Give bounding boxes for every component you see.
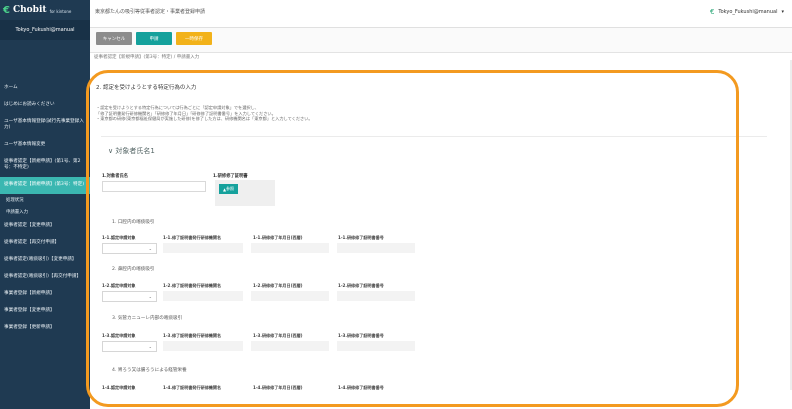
group-title: 3. 気管カニューレ内部の喀痰吸引 <box>112 316 183 321</box>
completion-date-field[interactable] <box>251 341 329 351</box>
institution-field[interactable] <box>163 243 243 253</box>
group-title: 4. 胃ろう又は腸ろうによる経管栄養 <box>112 368 187 373</box>
certificate-number-field[interactable] <box>337 291 415 301</box>
chevron-down-icon: ▾ <box>781 9 784 15</box>
sidebar-subitem-application[interactable]: 申請書入力 <box>0 206 90 218</box>
subject-name-label: 1.対象者氏名 <box>102 174 129 179</box>
sidebar-item-label: 従事者認定【新規申請】(第1号、第2号：不特定) <box>4 159 81 170</box>
top-header: 東京都たんの吸引等従事者認定・事業者登録申請 € Tokyo_Fukushi@m… <box>90 0 792 28</box>
action-toolbar: キャンセル 申請 一時保存 <box>90 28 792 53</box>
sidebar-item-suction-reissue[interactable]: 従事者認定(喀痰吸引)【再交付申請】 <box>0 269 90 286</box>
sidebar-item-label: ユーザ基本情報登録(試行先事業登録入力) <box>4 119 84 130</box>
sidebar-item-user-change[interactable]: ユーザ基本情報変更 <box>0 137 90 154</box>
header-cell: 1-1.修了証明書発行研修機関名 <box>163 235 222 240</box>
subject-name-input[interactable] <box>102 181 206 192</box>
sidebar: € Chobit for kintone Tokyo_Fukushi@manua… <box>0 0 90 409</box>
note-line: ・東京都の研修(東京都福祉保健局が実施した研修)を修了した方は、研修機関名は「東… <box>96 116 313 121</box>
sidebar-item-label: 事業者登録【新規申請】 <box>4 291 55 296</box>
certification-target-select[interactable]: ⌄ <box>102 291 157 302</box>
subject-card: ∨ 対象者氏名1 1.対象者氏名 1.研修修了証明書 ▲ 参照 1. 口腔内の喀痰… <box>101 136 767 409</box>
sidebar-item-worker-new-3[interactable]: 従事者認定【新規申請】(第3号：特定) <box>0 177 90 194</box>
breadcrumb: 従事者認定【新規申請】(第3号：特定) / 申請書入力 <box>94 55 200 60</box>
logo-subtitle: for kintone <box>49 9 72 14</box>
group-title: 2. 鼻腔内の喀痰吸引 <box>112 267 155 272</box>
institution-field[interactable] <box>163 341 243 351</box>
header-cell: 1-2.研修修了年月日(西暦) <box>253 283 303 288</box>
sidebar-item-business-change[interactable]: 事業者登録【変更申請】 <box>0 303 90 320</box>
logo-icon: € <box>3 4 10 16</box>
cancel-button[interactable]: キャンセル <box>96 32 132 45</box>
sidebar-item-label: 従事者認定【新規申請】(第3号：特定) <box>4 182 85 187</box>
file-browse-label: 参照 <box>226 186 235 191</box>
certification-target-select[interactable]: ⌄ <box>102 341 157 352</box>
sidebar-subitem-label: 申請書入力 <box>6 210 28 215</box>
sidebar-item-business-renew[interactable]: 事業者登録【更新申請】 <box>0 320 90 337</box>
app-logo[interactable]: € Chobit for kintone <box>0 0 90 20</box>
user-name: Tokyo_Fukushi@manual <box>718 9 778 15</box>
header-cell: 1-3.修了証明書発行研修機関名 <box>163 333 222 338</box>
certificate-number-field[interactable] <box>337 341 415 351</box>
sidebar-subitem-status[interactable]: 処理状況 <box>0 194 90 206</box>
sidebar-item-suction-change[interactable]: 従事者認定(喀痰吸引)【変更申請】 <box>0 252 90 269</box>
sidebar-item-label: 事業者登録【更新申請】 <box>4 325 55 330</box>
sidebar-item-label: はじめにお読みください <box>4 102 55 107</box>
sidebar-item-label: 従事者認定(喀痰吸引)【変更申請】 <box>4 257 77 262</box>
form-panel: 2. 認定を受けようとする特定行為の入力 ・認定を受けようとする特定行為について… <box>90 66 774 409</box>
file-browse-button[interactable]: ▲ 参照 <box>219 184 238 194</box>
sidebar-item-label: ユーザ基本情報変更 <box>4 142 46 147</box>
sidebar-item-label: 従事者認定【変更申請】 <box>4 223 55 228</box>
chevron-down-icon: ⌄ <box>148 344 152 349</box>
sidebar-item-label: 事業者登録【変更申請】 <box>4 308 55 313</box>
completion-date-field[interactable] <box>251 243 329 253</box>
sidebar-item-label: 従事者認定(喀痰吸引)【再交付申請】 <box>4 274 82 279</box>
kintone-icon: € <box>709 8 715 16</box>
instruction-notes: ・認定を受けようとする特定行為については行為ごとに「認定申請対象」でを選択し、 … <box>96 105 516 122</box>
page-title: 東京都たんの吸引等従事者認定・事業者登録申請 <box>95 9 206 15</box>
apply-button[interactable]: 申請 <box>136 32 172 45</box>
app-window: € Chobit for kintone Tokyo_Fukushi@manua… <box>0 0 792 409</box>
header-cell: 1-2.研修修了証明書番号 <box>338 283 384 288</box>
subject-card-title[interactable]: ∨ 対象者氏名1 <box>108 146 155 156</box>
sidebar-item-user-register[interactable]: ユーザ基本情報登録(試行先事業登録入力) <box>0 114 90 137</box>
chevron-down-icon: ⌄ <box>148 246 152 251</box>
sidebar-item-worker-new-1-2[interactable]: 従事者認定【新規申請】(第1号、第2号：不特定) <box>0 154 90 177</box>
certificate-number-field[interactable] <box>337 243 415 253</box>
header-cell: 1-3.研修修了年月日(西暦) <box>253 333 303 338</box>
chevron-down-icon: ⌄ <box>148 294 152 299</box>
user-menu[interactable]: € Tokyo_Fukushi@manual ▾ <box>710 8 784 16</box>
sidebar-item-label: ホーム <box>4 85 18 90</box>
completion-date-field[interactable] <box>251 291 329 301</box>
institution-field[interactable] <box>163 291 243 301</box>
header-cell: 1-1.研修修了年月日(西暦) <box>253 235 303 240</box>
sidebar-subitem-label: 処理状況 <box>6 198 24 203</box>
header-cell: 1-2.修了証明書発行研修機関名 <box>163 283 222 288</box>
header-cell: 1-1.研修修了証明書番号 <box>338 235 384 240</box>
header-cell: 1-4.認定申請対象 <box>102 385 136 390</box>
certificate-label: 1.研修修了証明書 <box>213 174 248 179</box>
temporary-save-button[interactable]: 一時保存 <box>176 32 212 45</box>
logo-text: Chobit <box>12 5 47 15</box>
header-cell: 1-4.修了証明書発行研修機関名 <box>163 385 222 390</box>
sidebar-item-readme[interactable]: はじめにお読みください <box>0 97 90 114</box>
sidebar-item-label: 従事者認定【再交付申請】 <box>4 240 60 245</box>
sidebar-item-worker-change[interactable]: 従事者認定【変更申請】 <box>0 218 90 235</box>
sidebar-user[interactable]: Tokyo_Fukushi@manual <box>0 20 90 40</box>
header-cell: 1-3.研修修了証明書番号 <box>338 333 384 338</box>
sidebar-nav: ホーム はじめにお読みください ユーザ基本情報登録(試行先事業登録入力) ユーザ… <box>0 40 90 337</box>
certification-target-select[interactable]: ⌄ <box>102 243 157 254</box>
section-title: 2. 認定を受けようとする特定行為の入力 <box>96 85 197 91</box>
header-cell: 1-1.認定申請対象 <box>102 235 136 240</box>
sidebar-item-home[interactable]: ホーム <box>0 80 90 97</box>
header-cell: 1-3.認定申請対象 <box>102 333 136 338</box>
header-cell: 1-4.研修修了年月日(西暦) <box>253 385 303 390</box>
sidebar-item-business-new[interactable]: 事業者登録【新規申請】 <box>0 286 90 303</box>
header-cell: 1-4.研修修了証明書番号 <box>338 385 384 390</box>
sidebar-item-worker-reissue[interactable]: 従事者認定【再交付申請】 <box>0 235 90 252</box>
group-title: 1. 口腔内の喀痰吸引 <box>112 220 155 225</box>
header-cell: 1-2.認定申請対象 <box>102 283 136 288</box>
